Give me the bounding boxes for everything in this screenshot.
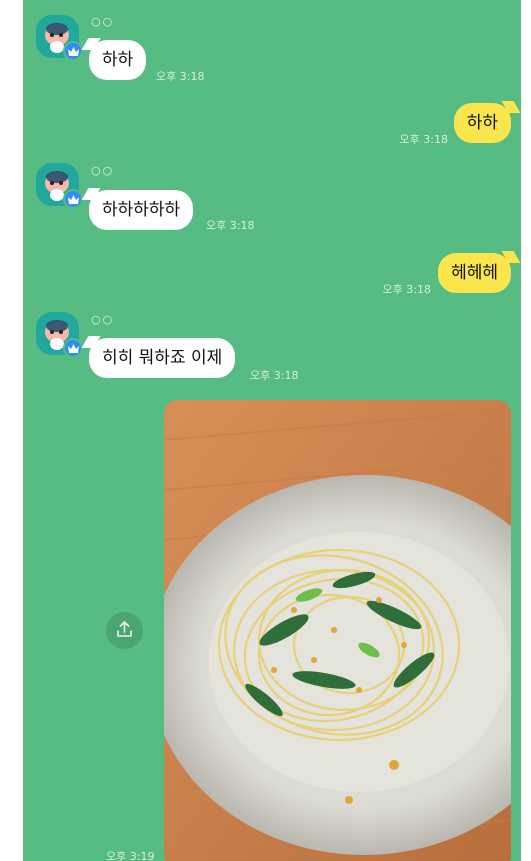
sender-name: ○○ bbox=[91, 164, 115, 177]
message-time: 오후 3:19 bbox=[106, 850, 155, 861]
message-bubble-outgoing[interactable]: 하하 bbox=[453, 103, 511, 143]
sender-avatar[interactable] bbox=[36, 312, 83, 358]
sender-avatar[interactable] bbox=[36, 163, 83, 209]
pasta-photo bbox=[164, 400, 511, 861]
message-time: 오후 3:18 bbox=[382, 283, 431, 296]
message-time: 오후 3:18 bbox=[206, 219, 255, 232]
crown-badge-icon bbox=[63, 41, 83, 61]
message-bubble-incoming[interactable]: 하하하하하 bbox=[89, 190, 194, 230]
photo-message[interactable] bbox=[164, 400, 511, 861]
message-bubble-incoming[interactable]: 히히 뭐하죠 이제 bbox=[89, 338, 236, 378]
share-icon bbox=[117, 621, 132, 637]
crown-badge-icon bbox=[63, 189, 83, 209]
share-button[interactable] bbox=[106, 612, 143, 649]
chat-room: ○○ 하하 오후 3:18 오후 3:18 하하 ○○ 하하하하하 오후 3:1… bbox=[23, 0, 521, 861]
crown-badge-icon bbox=[63, 338, 83, 358]
message-time: 오후 3:18 bbox=[399, 133, 448, 146]
sender-name: ○○ bbox=[91, 313, 115, 326]
sender-name: ○○ bbox=[91, 15, 115, 28]
message-bubble-outgoing[interactable]: 헤헤헤 bbox=[438, 253, 511, 293]
message-time: 오후 3:18 bbox=[250, 369, 299, 382]
message-time: 오후 3:18 bbox=[156, 70, 205, 83]
message-bubble-incoming[interactable]: 하하 bbox=[89, 40, 147, 80]
sender-avatar[interactable] bbox=[36, 15, 83, 61]
